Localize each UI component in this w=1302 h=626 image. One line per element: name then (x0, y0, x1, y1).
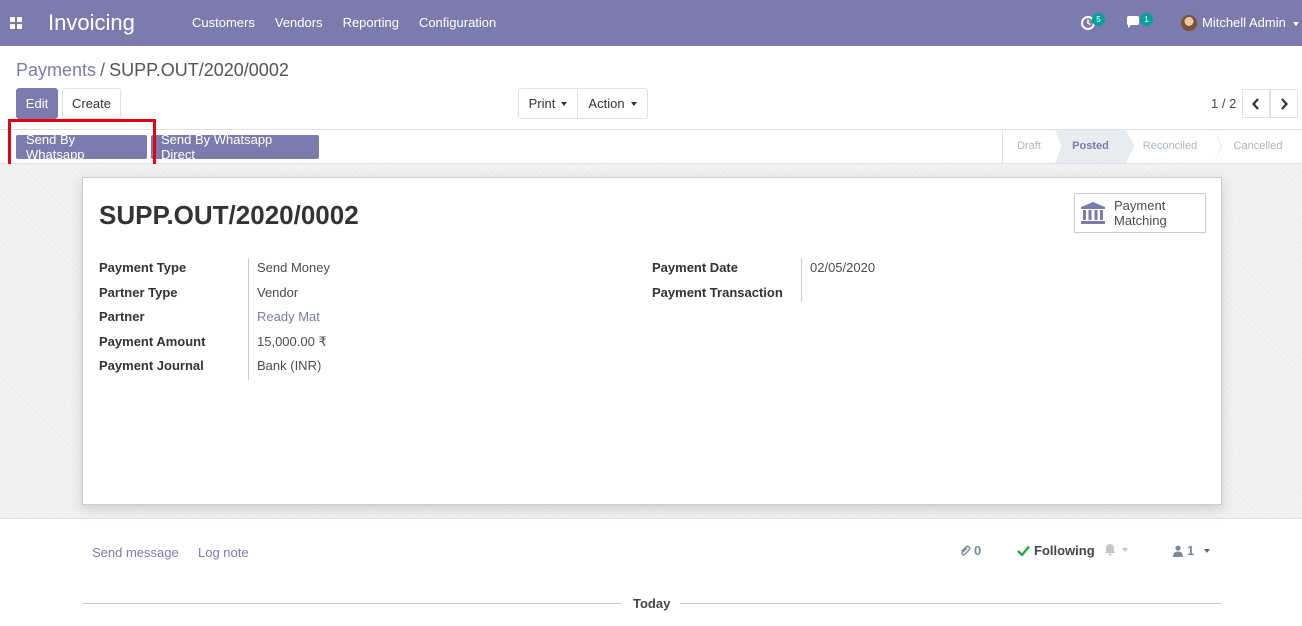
print-dropdown[interactable]: Print (518, 88, 578, 119)
action-dropdown[interactable]: Action (577, 88, 648, 119)
divider (680, 603, 1222, 604)
record-title: SUPP.OUT/2020/0002 (99, 200, 359, 230)
payment-matching-button[interactable]: Payment Matching (1074, 193, 1206, 233)
print-label: Print (528, 96, 556, 111)
stage-reconciled: Reconciled (1126, 130, 1222, 163)
payment-type-label: Payment Type (99, 260, 187, 275)
stage-posted: Posted (1055, 130, 1134, 163)
stage-cancelled: Cancelled (1214, 130, 1302, 163)
payment-date-value: 02/05/2020 (810, 260, 876, 275)
payment-matching-line1: Payment (1114, 198, 1166, 213)
attachments-count: 0 (974, 543, 982, 558)
edit-button[interactable]: Edit (16, 88, 58, 119)
payment-journal-value: Bank (INR) (257, 358, 322, 373)
payment-transaction-label: Payment Transaction (652, 285, 783, 300)
partner-type-label: Partner Type (99, 285, 178, 300)
form-sheet: SUPP.OUT/2020/0002 Payment Matching Paym… (82, 177, 1222, 505)
breadcrumb-separator: / (100, 60, 106, 80)
chevron-left-icon (1252, 97, 1259, 110)
field-divider (248, 258, 249, 380)
payment-matching-line2: Matching (1114, 213, 1167, 228)
app-title[interactable]: Invoicing (48, 10, 135, 36)
payment-date-label: Payment Date (652, 260, 738, 275)
payment-matching-label: Payment Matching (1114, 198, 1167, 228)
action-label: Action (588, 96, 625, 111)
send-by-whatsapp-direct-button[interactable]: Send By Whatsapp Direct (151, 132, 319, 162)
main-menu: Customers Vendors Reporting Configuratio… (182, 0, 506, 46)
partner-label: Partner (99, 309, 145, 324)
chevron-down-icon (1122, 547, 1128, 552)
status-stages: Draft Posted Reconciled Cancelled (1002, 130, 1302, 163)
pager-previous-button[interactable] (1242, 89, 1270, 118)
user-caret-icon[interactable] (1293, 22, 1299, 26)
chevron-right-icon (1281, 97, 1288, 110)
breadcrumb-current: SUPP.OUT/2020/0002 (109, 60, 289, 80)
partner-link[interactable]: Ready Mat (257, 309, 320, 324)
pager-next-button[interactable] (1270, 89, 1298, 118)
user-icon (1173, 545, 1183, 557)
send-message-button[interactable]: Send message (92, 545, 179, 560)
bell-icon (1104, 544, 1116, 556)
chevron-down-icon (561, 101, 568, 106)
followers-count: 1 (1187, 543, 1195, 558)
breadcrumb: Payments / SUPP.OUT/2020/0002 (16, 60, 289, 81)
breadcrumb-payments[interactable]: Payments (16, 60, 96, 80)
stage-label: Posted (1072, 140, 1109, 152)
partner-type-value: Vendor (257, 285, 299, 300)
top-navbar: Invoicing Customers Vendors Reporting Co… (0, 0, 1302, 46)
divider (82, 603, 622, 604)
payment-amount-label: Payment Amount (99, 334, 206, 349)
stage-label: Cancelled (1233, 140, 1283, 152)
chevron-down-icon (1204, 548, 1211, 553)
menu-customers[interactable]: Customers (182, 0, 265, 46)
log-note-button[interactable]: Log note (198, 545, 249, 560)
avatar[interactable] (1181, 15, 1197, 31)
create-button[interactable]: Create (62, 88, 121, 119)
field-divider (801, 258, 802, 302)
attachments-button[interactable]: 0 (959, 543, 981, 558)
activity-badge: 5 (1092, 13, 1105, 26)
menu-reporting[interactable]: Reporting (333, 0, 409, 46)
following-button[interactable]: Following (1017, 543, 1095, 558)
stage-label: Draft (1017, 140, 1041, 152)
form-statusbar: Send By Whatsapp Send By Whatsapp Direct… (0, 129, 1302, 164)
payment-journal-label: Payment Journal (99, 358, 204, 373)
apps-menu-icon[interactable] (10, 17, 22, 29)
notification-settings-button[interactable] (1104, 543, 1128, 556)
stage-draft: Draft (1003, 130, 1063, 163)
pager-value[interactable]: 1 / 2 (1211, 96, 1236, 111)
chevron-down-icon (630, 101, 637, 106)
followers-button[interactable]: 1 (1173, 543, 1211, 558)
today-separator-label: Today (633, 596, 671, 611)
paperclip-icon (961, 545, 971, 556)
following-label: Following (1034, 543, 1095, 558)
menu-vendors[interactable]: Vendors (265, 0, 333, 46)
bank-icon (1081, 202, 1105, 224)
message-badge: 1 (1140, 13, 1153, 26)
stage-label: Reconciled (1142, 140, 1198, 152)
check-icon (1017, 545, 1030, 556)
menu-configuration[interactable]: Configuration (409, 0, 506, 46)
payment-amount-value: 15,000.00 ₹ (257, 334, 327, 349)
user-name[interactable]: Mitchell Admin (1202, 0, 1286, 46)
payment-type-value: Send Money (257, 260, 330, 275)
